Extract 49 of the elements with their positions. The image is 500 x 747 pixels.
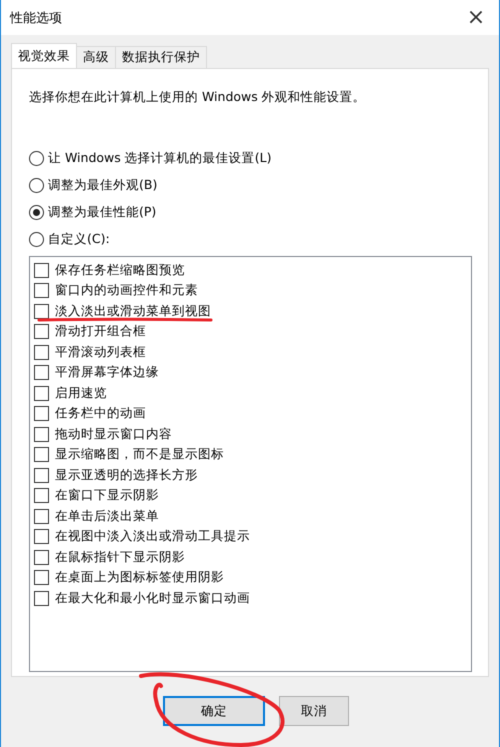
checkbox[interactable] xyxy=(34,324,49,340)
checkbox[interactable] xyxy=(34,283,49,298)
close-button[interactable]: × xyxy=(453,0,499,35)
tab[interactable]: 数据执行保护 xyxy=(115,46,207,68)
dialog-button[interactable]: 取消 xyxy=(279,696,349,726)
radio-label[interactable]: 调整为最佳外观(B) xyxy=(48,177,158,194)
radio-label[interactable]: 自定义(C): xyxy=(48,231,110,248)
checkbox[interactable] xyxy=(34,570,49,586)
checkbox[interactable] xyxy=(34,550,49,565)
radio-label[interactable]: 让 Windows 选择计算机的最佳设置(L) xyxy=(48,150,272,167)
checkbox[interactable] xyxy=(34,590,49,606)
checkbox-label[interactable]: 保存任务栏缩略图预览 xyxy=(55,262,185,279)
radio-label[interactable]: 调整为最佳性能(P) xyxy=(48,204,156,221)
checkbox-label[interactable]: 在鼠标指针下显示阴影 xyxy=(55,548,185,566)
checkbox-label[interactable]: 淡入淡出或滑动菜单到视图 xyxy=(55,302,211,320)
checkbox[interactable] xyxy=(34,488,49,504)
window-title: 性能选项 xyxy=(10,10,62,26)
tab[interactable]: 视觉效果 xyxy=(11,43,77,68)
checkbox[interactable] xyxy=(34,529,49,544)
intro-text: 选择你想在此计算机上使用的 Windows 外观和性能设置。 xyxy=(29,89,367,106)
checkbox-label[interactable]: 滑动打开组合框 xyxy=(55,323,146,340)
radio-button[interactable] xyxy=(29,151,44,166)
checkbox-label[interactable]: 显示缩略图，而不是显示图标 xyxy=(55,446,224,464)
checkbox[interactable] xyxy=(34,447,49,462)
checkbox[interactable] xyxy=(34,365,49,380)
checkbox-label[interactable]: 窗口内的动画控件和元素 xyxy=(55,282,198,300)
checkbox[interactable] xyxy=(34,386,49,401)
dialog-button[interactable]: 确定 xyxy=(163,696,265,726)
checkbox[interactable] xyxy=(34,344,49,360)
checkbox-label[interactable]: 拖动时显示窗口内容 xyxy=(55,426,172,443)
checkbox[interactable] xyxy=(34,304,49,319)
checkbox-label[interactable]: 平滑屏幕字体边缘 xyxy=(55,364,159,382)
checkbox[interactable] xyxy=(34,262,49,278)
checkbox-label[interactable]: 启用速览 xyxy=(55,384,107,402)
checkbox-label[interactable]: 在最大化和最小化时显示窗口动画 xyxy=(55,590,250,607)
checkbox[interactable] xyxy=(34,468,49,483)
radio-button[interactable] xyxy=(29,205,44,220)
checkbox-label[interactable]: 平滑滚动列表框 xyxy=(55,344,146,361)
checkbox[interactable] xyxy=(34,426,49,442)
checkbox-label[interactable]: 任务栏中的动画 xyxy=(55,405,146,422)
checkbox-label[interactable]: 在单击后淡出菜单 xyxy=(55,508,159,525)
checkbox[interactable] xyxy=(34,406,49,422)
checkbox[interactable] xyxy=(34,508,49,524)
checkbox-label[interactable]: 在桌面上为图标标签使用阴影 xyxy=(55,569,224,586)
checkbox-label[interactable]: 显示亚透明的选择长方形 xyxy=(55,466,198,484)
radio-button[interactable] xyxy=(29,232,44,247)
checkbox-label[interactable]: 在窗口下显示阴影 xyxy=(55,487,159,504)
checkbox-label[interactable]: 在视图中淡入淡出或滑动工具提示 xyxy=(55,528,250,546)
radio-button[interactable] xyxy=(29,178,44,193)
